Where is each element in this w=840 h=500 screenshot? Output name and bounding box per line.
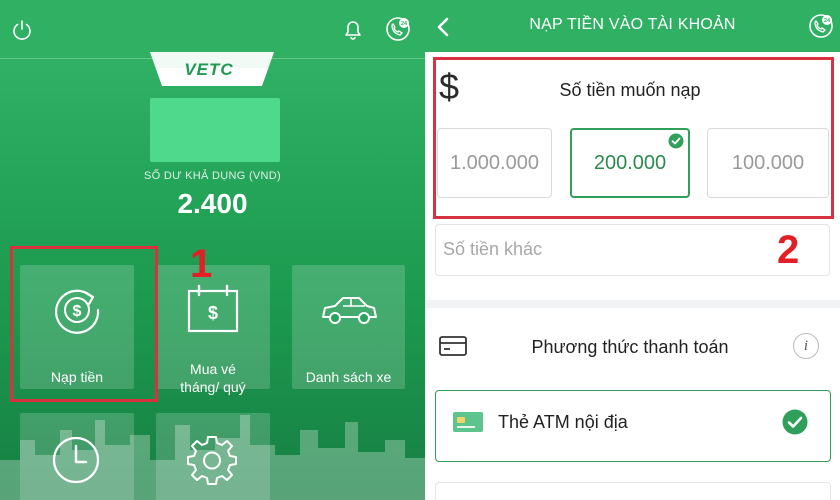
info-icon[interactable]: i [793,333,819,359]
monthly-ticket-label: Mua vé tháng/ quý [156,360,270,396]
balance-value: 2.400 [177,188,248,219]
svg-text:24: 24 [401,21,408,27]
credit-card-icon [437,333,469,359]
payment-option-next[interactable] [435,482,831,500]
power-icon[interactable] [8,16,36,44]
balance-label: SỐ DƯ KHẢ DỤNG (VND) [143,170,281,182]
step-marker-1: 1 [190,242,213,286]
vehicle-list-label: Danh sách xe [305,369,392,385]
home-screen: 24 VETC SỐ DƯ KHẢ DỤNG (VND) 2.400 $ Nạp… [0,0,425,500]
clock-icon [48,432,104,488]
svg-text:24: 24 [824,18,831,24]
car-icon [318,290,380,330]
topup-highlight-box [10,246,158,402]
monthly-ticket-label-line1: Mua vé [190,361,236,377]
monthly-ticket-label-line2: tháng/ quý [180,379,246,395]
amount-highlight-box [433,57,834,219]
hotline-24-icon[interactable]: 24 [382,13,414,45]
ticket-calendar-icon: $ [183,282,243,338]
atm-card-icon [451,408,485,436]
payment-method-title: Phương thức thanh toán [531,337,729,357]
page-title: NẠP TIỀN VÀO TÀI KHOẢN [529,16,736,33]
topup-screen: NẠP TIỀN VÀO TÀI KHOẢN 24 $ Số tiền muốn… [425,0,840,500]
selected-check-icon [781,408,809,436]
payment-option-label: Thẻ ATM nội địa [498,412,628,432]
gear-icon [184,432,240,488]
back-chevron-icon[interactable] [431,14,455,40]
blurred-account-info [150,98,280,162]
hotline-24-icon[interactable]: 24 [805,10,837,42]
svg-text:$: $ [208,303,218,323]
step-marker-2: 2 [777,228,800,272]
bell-icon[interactable] [338,14,368,44]
vetc-logo: VETC [184,60,234,79]
other-amount-placeholder: Số tiền khác [443,239,543,259]
payment-option-atm[interactable] [435,390,831,462]
